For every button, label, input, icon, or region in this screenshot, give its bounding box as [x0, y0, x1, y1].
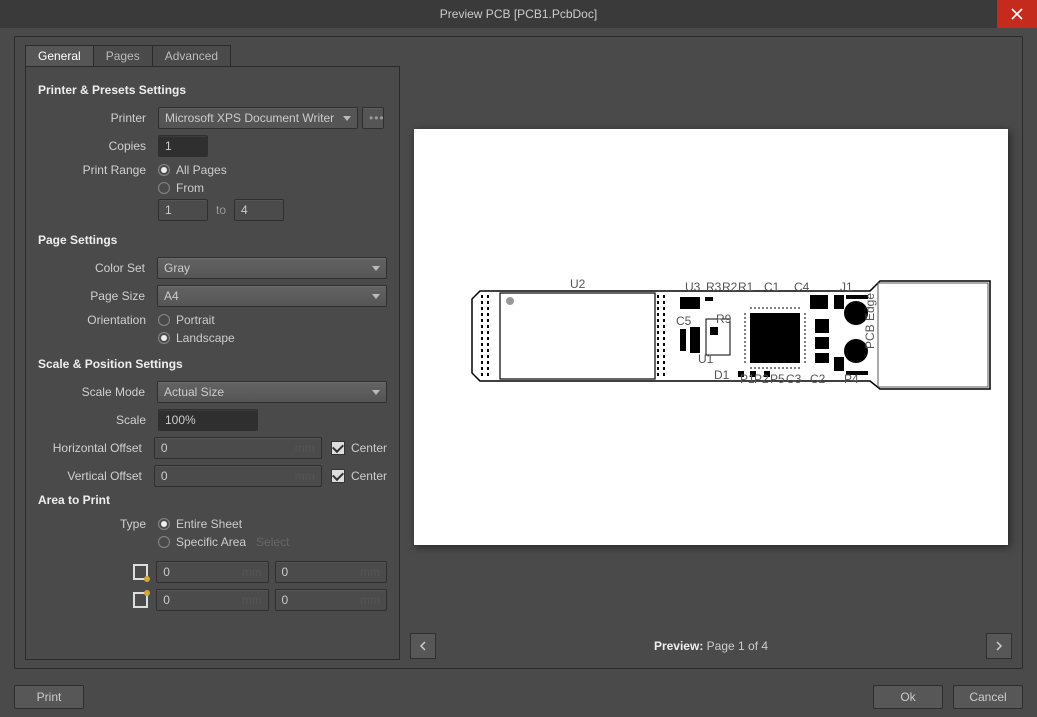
radio-landscape[interactable] — [158, 332, 170, 344]
svg-text:C5: C5 — [676, 314, 692, 328]
pcb-preview-graphic: U2 U3 R3 R2 R1 C1 C4 J1 C5 R9 U1 D1 — [470, 279, 1000, 394]
label-type: Type — [38, 517, 158, 531]
tab-general[interactable]: General — [25, 45, 94, 67]
next-page-button[interactable] — [986, 633, 1012, 659]
printer-value: Microsoft XPS Document Writer — [165, 111, 334, 125]
label-portrait: Portrait — [176, 313, 215, 327]
chevron-down-icon — [372, 266, 380, 271]
corner-br-icon — [133, 592, 149, 608]
area-x2-input[interactable]: 0mm — [156, 589, 269, 611]
svg-text:C1: C1 — [764, 280, 780, 294]
ok-button[interactable]: Ok — [873, 685, 943, 709]
label-color-set: Color Set — [38, 261, 157, 275]
ellipsis-icon: ••• — [369, 111, 385, 125]
label-vert-offset: Vertical Offset — [38, 469, 154, 483]
svg-text:C2: C2 — [810, 372, 826, 386]
radio-specific-area[interactable] — [158, 536, 170, 548]
label-scale-mode: Scale Mode — [38, 385, 157, 399]
vert-center-checkbox[interactable] — [331, 469, 345, 483]
printer-select[interactable]: Microsoft XPS Document Writer — [158, 107, 358, 129]
svg-text:C4: C4 — [794, 280, 810, 294]
area-y1-input[interactable]: 0mm — [275, 561, 388, 583]
printer-more-button[interactable]: ••• — [362, 107, 384, 129]
label-landscape: Landscape — [176, 331, 235, 345]
label-orientation: Orientation — [38, 313, 158, 327]
label-entire-sheet: Entire Sheet — [176, 517, 242, 531]
area-x1-input[interactable]: 0mm — [156, 561, 269, 583]
svg-text:J1: J1 — [840, 280, 853, 294]
label-scale: Scale — [38, 413, 158, 427]
chevron-left-icon — [418, 641, 428, 651]
preview-area: U2 U3 R3 R2 R1 C1 C4 J1 C5 R9 U1 D1 — [410, 45, 1012, 628]
label-from: From — [176, 181, 204, 195]
svg-text:PCB Edge: PCB Edge — [863, 292, 877, 348]
section-printer: Printer & Presets Settings — [38, 83, 387, 97]
color-set-select[interactable]: Gray — [157, 257, 387, 279]
page-size-select[interactable]: A4 — [157, 285, 387, 307]
label-center-v: Center — [351, 469, 387, 483]
select-area-button[interactable]: Select — [256, 535, 289, 549]
chevron-down-icon — [343, 116, 351, 121]
svg-text:R3: R3 — [706, 280, 722, 294]
tab-pages[interactable]: Pages — [93, 45, 153, 67]
svg-text:P2: P2 — [754, 372, 769, 386]
svg-text:U1: U1 — [698, 352, 714, 366]
title-bar: Preview PCB [PCB1.PcbDoc] — [0, 0, 1037, 28]
svg-text:U2: U2 — [570, 279, 586, 291]
range-to-input[interactable]: 4 — [234, 199, 284, 221]
scale-input[interactable]: 100% — [158, 409, 258, 431]
radio-from[interactable] — [158, 182, 170, 194]
page-indicator: Preview: Page 1 of 4 — [654, 639, 768, 653]
svg-text:P4: P4 — [844, 372, 859, 386]
svg-text:R1: R1 — [738, 280, 754, 294]
print-button[interactable]: Print — [14, 685, 84, 709]
svg-text:P1: P1 — [740, 372, 755, 386]
label-specific-area: Specific Area — [176, 535, 246, 549]
close-icon — [1011, 8, 1023, 20]
preview-page: U2 U3 R3 R2 R1 C1 C4 J1 C5 R9 U1 D1 — [414, 129, 1008, 545]
svg-text:C3: C3 — [786, 372, 802, 386]
label-center-h: Center — [351, 441, 387, 455]
scale-mode-select[interactable]: Actual Size — [157, 381, 387, 403]
label-printer: Printer — [38, 111, 158, 125]
label-page-size: Page Size — [38, 289, 157, 303]
close-button[interactable] — [997, 0, 1037, 28]
label-copies: Copies — [38, 139, 158, 153]
svg-text:R9: R9 — [716, 312, 732, 326]
corner-tl-icon — [133, 564, 149, 580]
horiz-offset-input[interactable]: 0mm — [154, 437, 322, 459]
chevron-down-icon — [372, 390, 380, 395]
label-horiz-offset: Horizontal Offset — [38, 441, 154, 455]
svg-text:P5: P5 — [770, 372, 785, 386]
horiz-center-checkbox[interactable] — [331, 441, 345, 455]
svg-text:R2: R2 — [722, 280, 738, 294]
radio-all-pages[interactable] — [158, 164, 170, 176]
svg-text:U3: U3 — [685, 280, 701, 294]
radio-entire-sheet[interactable] — [158, 518, 170, 530]
chevron-right-icon — [994, 641, 1004, 651]
label-to: to — [216, 203, 226, 217]
label-print-range: Print Range — [38, 163, 158, 177]
label-all-pages: All Pages — [176, 163, 227, 177]
prev-page-button[interactable] — [410, 633, 436, 659]
section-scale: Scale & Position Settings — [38, 357, 387, 371]
tab-advanced[interactable]: Advanced — [152, 45, 231, 67]
vert-offset-input[interactable]: 0mm — [154, 465, 322, 487]
radio-portrait[interactable] — [158, 314, 170, 326]
window-title: Preview PCB [PCB1.PcbDoc] — [440, 7, 597, 21]
tabs: General Pages Advanced — [25, 45, 400, 67]
range-from-input[interactable]: 1 — [158, 199, 208, 221]
button-bar: Print Ok Cancel — [0, 677, 1037, 717]
section-area: Area to Print — [38, 493, 387, 507]
chevron-down-icon — [372, 294, 380, 299]
area-y2-input[interactable]: 0mm — [275, 589, 388, 611]
section-page: Page Settings — [38, 233, 387, 247]
svg-text:D1: D1 — [714, 368, 730, 382]
copies-input[interactable]: 1 — [158, 135, 208, 157]
cancel-button[interactable]: Cancel — [953, 685, 1023, 709]
